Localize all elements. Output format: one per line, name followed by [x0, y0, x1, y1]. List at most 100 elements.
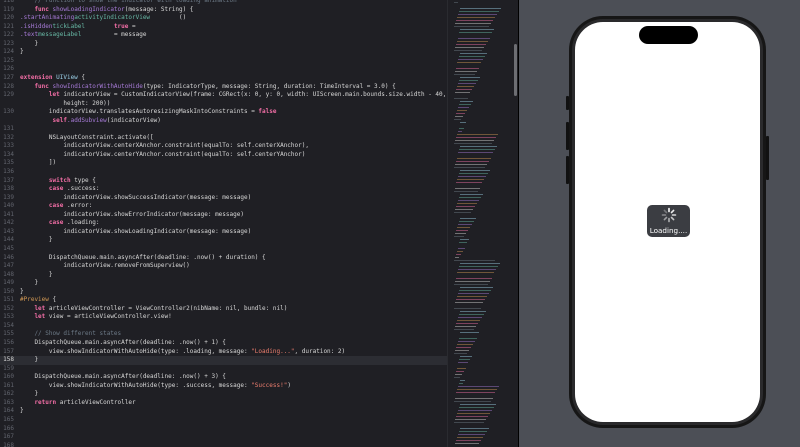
code-line[interactable]: 128 func showIndicatorWithAutoHide(type:… [0, 83, 447, 92]
code-line[interactable]: 133 indicatorView.centerXAnchor.constrai… [0, 142, 447, 151]
token-kw: return [20, 398, 60, 406]
minimap-line [456, 347, 471, 348]
code-lines[interactable]: 118 // Function to show the indicator wi… [0, 0, 447, 447]
code-line[interactable]: 166 [0, 425, 447, 434]
code-line[interactable]: 137 switch type { [0, 177, 447, 186]
token-pl: } [20, 287, 24, 295]
code-line[interactable]: 131 [0, 125, 447, 134]
editor-scrollbar-thumb[interactable] [514, 44, 517, 96]
minimap-line [455, 71, 477, 72]
minimap-line [454, 167, 485, 168]
code-line[interactable]: 157 view.showIndicatorWithAutoHide(type:… [0, 348, 447, 357]
line-number: 155 [3, 330, 14, 338]
code-line[interactable]: 152 let articleViewController = ViewCont… [0, 305, 447, 314]
code-line[interactable]: 130 indicatorView.translatesAutoresizing… [0, 108, 447, 117]
code-line[interactable]: 123 } [0, 40, 447, 49]
token-pl: NSLayoutConstraint.activate([ [20, 133, 154, 141]
token-tail: , duration: 2) [294, 347, 346, 355]
code-line[interactable]: 163 return articleViewController [0, 399, 447, 408]
code-line[interactable]: 151 #Preview { [0, 296, 447, 305]
code-line[interactable]: 136 [0, 168, 447, 177]
minimap-line [454, 50, 482, 51]
minimap-line [457, 413, 490, 414]
minimap-line [460, 101, 473, 102]
code-line[interactable]: 124} [0, 48, 447, 57]
line-number: 157 [3, 347, 14, 355]
code-line[interactable]: 167 [0, 433, 447, 442]
minimap-line [459, 314, 484, 315]
token-pl: DispatchQueue.main.asyncAfter(deadline: … [20, 253, 266, 261]
code-line[interactable]: 119 func showLoadingIndicator(message: S… [0, 6, 447, 15]
code-line[interactable]: 125 [0, 57, 447, 66]
token-pl: } [20, 270, 53, 278]
minimap-line [454, 143, 492, 144]
code-line[interactable]: 132 NSLayoutConstraint.activate([ [0, 134, 447, 143]
code-line[interactable]: 153 let view = articleViewController.vie… [0, 313, 447, 322]
line-number: 162 [3, 390, 14, 398]
minimap-line [454, 26, 489, 27]
minimap-line [459, 197, 481, 198]
code-line[interactable]: 143 indicatorView.showLoadingIndicator(m… [0, 228, 447, 237]
code-line[interactable]: 165 [0, 416, 447, 425]
code-line[interactable]: 138 case .success: [0, 185, 447, 194]
code-line[interactable]: 154 [0, 322, 447, 331]
code-line[interactable]: 142 case .loading: [0, 219, 447, 228]
line-number: 125 [3, 56, 14, 64]
minimap-line [454, 98, 468, 99]
code-line[interactable]: 145 [0, 245, 447, 254]
code-line[interactable]: 139 indicatorView.showSuccessIndicator(m… [0, 194, 447, 203]
code-line[interactable]: 164} [0, 407, 447, 416]
line-number: 150 [3, 287, 14, 295]
code-line[interactable]: 126 [0, 65, 447, 74]
code-line[interactable]: 146 DispatchQueue.main.asyncAfter(deadli… [0, 254, 447, 263]
code-text: } [20, 271, 53, 280]
minimap-line [460, 29, 494, 30]
code-line[interactable]: 156 DispatchQueue.main.asyncAfter(deadli… [0, 339, 447, 348]
code-line[interactable]: 147 indicatorView.removeFromSuperview() [0, 262, 447, 271]
code-line[interactable]: 120 .startAnimatingactivityIndicatorView … [0, 14, 447, 23]
minimap[interactable] [447, 0, 518, 447]
code-line[interactable]: 148 } [0, 271, 447, 280]
minimap-line [460, 146, 497, 147]
code-line[interactable]: 149 } [0, 279, 447, 288]
code-line[interactable]: 159 [0, 365, 447, 374]
code-line[interactable]: 168 [0, 442, 447, 447]
code-line[interactable]: 134 indicatorView.centerYAnchor.constrai… [0, 151, 447, 160]
minimap-line [455, 140, 494, 141]
code-text: case .error: [20, 202, 92, 211]
code-line[interactable]: 127 extension UIView { [0, 74, 447, 83]
token-kw: case [20, 185, 67, 193]
line-number: 126 [3, 65, 14, 73]
code-line[interactable]: 162 } [0, 390, 447, 399]
code-line[interactable]: height: 200)) [0, 100, 447, 109]
code-line[interactable]: 121 .isHiddentickLabel true = [0, 23, 447, 32]
token-pl: } [20, 356, 39, 364]
code-line[interactable]: 150} [0, 288, 447, 297]
code-text: indicatorView.centerYAnchor.constraint(e… [20, 151, 305, 160]
code-text: } [20, 356, 38, 365]
code-line[interactable]: 158 } [0, 356, 447, 365]
minimap-line [459, 56, 485, 57]
minimap-line [454, 401, 491, 402]
code-line[interactable]: 161 view.showIndicatorWithAutoHide(type:… [0, 382, 447, 391]
minimap-line [454, 236, 464, 237]
minimap-line [455, 233, 466, 234]
code-line[interactable]: self.addSubview(indicatorView) [0, 117, 447, 126]
code-line[interactable]: 135 ]) [0, 159, 447, 168]
token-kw: self [20, 116, 67, 124]
minimap-line [457, 17, 495, 18]
code-line[interactable]: 144 } [0, 236, 447, 245]
code-line[interactable]: 129 let indicatorView = CustomIndicatorV… [0, 91, 447, 100]
code-line[interactable]: 160 DispatchQueue.main.asyncAfter(deadli… [0, 373, 447, 382]
minimap-line [456, 254, 461, 255]
token-pl: } [20, 48, 24, 56]
code-line[interactable]: 141 indicatorView.showErrorIndicator(mes… [0, 211, 447, 220]
minimap-line [457, 110, 467, 111]
code-line[interactable]: 122 .textmessageLabel = message [0, 31, 447, 40]
code-editor[interactable]: 118 // Function to show the indicator wi… [0, 0, 447, 447]
minimap-line [459, 290, 491, 291]
token-pl: DispatchQueue.main.asyncAfter(deadline: … [20, 373, 226, 381]
code-line[interactable]: 140 case .error: [0, 202, 447, 211]
line-number: 145 [3, 244, 14, 252]
code-line[interactable]: 155 // Show different states [0, 330, 447, 339]
